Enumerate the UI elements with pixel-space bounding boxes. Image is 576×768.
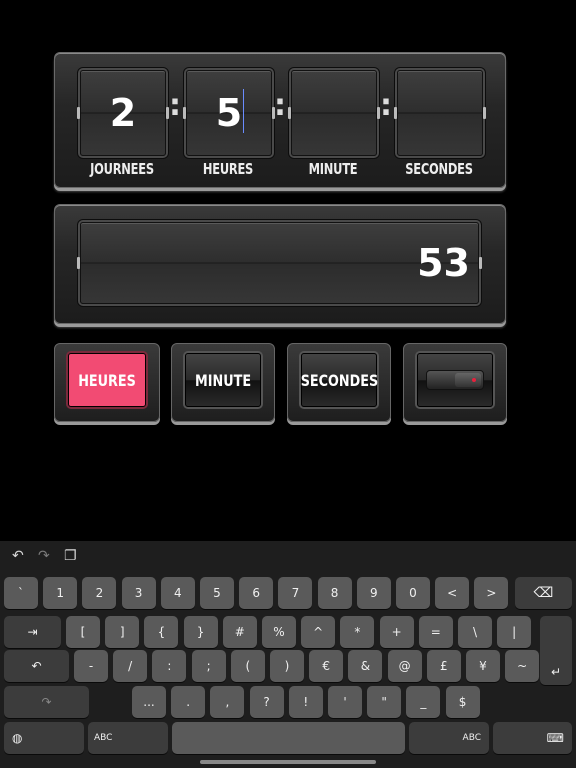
key-row2-2[interactable]: { [144,616,179,648]
key-row1-10[interactable]: 0 [396,577,430,609]
return-icon[interactable]: ↵ [540,616,572,685]
home-indicator [200,760,376,764]
mode-seconds-face: SECONDES [300,353,378,407]
key-row4-7[interactable]: _ [406,686,441,718]
key-row1-12[interactable]: > [474,577,509,609]
result-value: 53 [417,241,470,285]
days-value: 2 [109,91,137,135]
key-row2-9[interactable]: = [418,616,453,648]
mode-hours-face: HEURES [68,353,146,407]
key-row2-3[interactable]: } [183,616,218,648]
key-row2-6[interactable]: ^ [301,616,336,648]
key-row1-4[interactable]: 4 [160,577,195,609]
abc-right-key[interactable]: ABC [409,722,489,754]
delete-icon[interactable]: ⌫ [515,577,572,609]
key-row3-0[interactable]: - [74,650,108,682]
key-row1-0[interactable]: ` [4,577,38,609]
key-row4-0[interactable]: ... [132,686,166,718]
tab-icon[interactable]: ⇥ [4,616,61,648]
key-row3-1[interactable]: / [113,650,148,682]
key-row3-4[interactable]: ( [230,650,265,682]
abc-left-label: ABC [94,733,113,743]
globe-icon[interactable]: ◍ [4,722,84,754]
days-label: JOURNEES [90,160,154,178]
key-row3-10[interactable]: ¥ [466,650,500,682]
undo-icon[interactable]: ↶ [12,548,24,564]
redo-icon[interactable]: ↷ [38,548,50,564]
key-row4-4[interactable]: ! [288,686,323,718]
key-row3-6[interactable]: € [309,650,344,682]
hours-label: HEURES [202,160,254,178]
key-row4-6[interactable]: " [367,686,402,718]
key-row2-0[interactable]: [ [66,616,100,648]
key-row4-2[interactable]: , [210,686,245,718]
key-row1-6[interactable]: 6 [239,577,274,609]
key-row2-7[interactable]: * [340,616,375,648]
key-row3-9[interactable]: £ [426,650,461,682]
key-row1-2[interactable]: 2 [82,577,117,609]
key-row2-4[interactable]: # [222,616,257,648]
undo-key-icon[interactable]: ↶ [4,650,69,682]
key-row3-5[interactable]: ) [270,650,304,682]
mode-minute-button[interactable]: MINUTE [171,343,275,422]
toggle-switch-icon [426,370,484,390]
key-row2-5[interactable]: % [262,616,296,648]
separator-2: : [274,88,286,123]
minutes-tile[interactable] [288,70,380,156]
key-row4-1[interactable]: . [171,686,206,718]
key-row1-9[interactable]: 9 [356,577,391,609]
abc-left-key[interactable]: ABC [88,722,168,754]
key-row4-5[interactable]: ' [328,686,362,718]
toggle-button[interactable] [403,343,507,422]
key-row1-5[interactable]: 5 [200,577,234,609]
key-row1-3[interactable]: 3 [121,577,156,609]
key-row2-8[interactable]: + [379,616,414,648]
mode-seconds-button[interactable]: SECONDES [287,343,391,422]
mode-hours-label: HEURES [78,370,136,390]
keyboard-dismiss-icon[interactable]: ⌨ [493,722,572,754]
mode-minute-face: MINUTE [185,353,261,407]
hours-tile[interactable]: 5 [183,70,275,156]
days-tile[interactable]: 2 [77,70,169,156]
key-row3-11[interactable]: ~ [505,650,540,682]
key-row3-2[interactable]: : [152,650,187,682]
key-row4-3[interactable]: ? [249,686,284,718]
seconds-tile[interactable] [394,70,486,156]
seconds-label: SECONDES [405,160,473,178]
result-display: 53 [77,222,482,304]
text-cursor [243,89,244,133]
hours-value: 5 [215,91,243,135]
key-row3-7[interactable]: & [348,650,383,682]
key-row3-8[interactable]: @ [387,650,422,682]
separator-1: : [169,88,181,123]
mode-seconds-label: SECONDES [300,370,378,390]
key-row1-8[interactable]: 8 [317,577,352,609]
space-key[interactable] [172,722,405,754]
mode-minute-label: MINUTE [194,370,252,390]
separator-3: : [380,88,392,123]
key-row1-7[interactable]: 7 [278,577,313,609]
key-row1-11[interactable]: < [435,577,470,609]
key-row2-11[interactable]: | [497,616,532,648]
key-row4-8[interactable]: $ [445,686,480,718]
key-row2-10[interactable]: \ [458,616,492,648]
toggle-face [417,353,493,407]
key-row1-1[interactable]: 1 [43,577,78,609]
minutes-label: MINUTE [308,160,358,178]
redo-key-icon[interactable]: ↷ [4,686,89,718]
abc-right-label: ABC [462,733,481,743]
key-row3-3[interactable]: ; [191,650,226,682]
paste-icon[interactable]: ❐ [64,548,77,564]
key-row2-1[interactable]: ] [105,616,140,648]
mode-hours-button[interactable]: HEURES [54,343,160,422]
